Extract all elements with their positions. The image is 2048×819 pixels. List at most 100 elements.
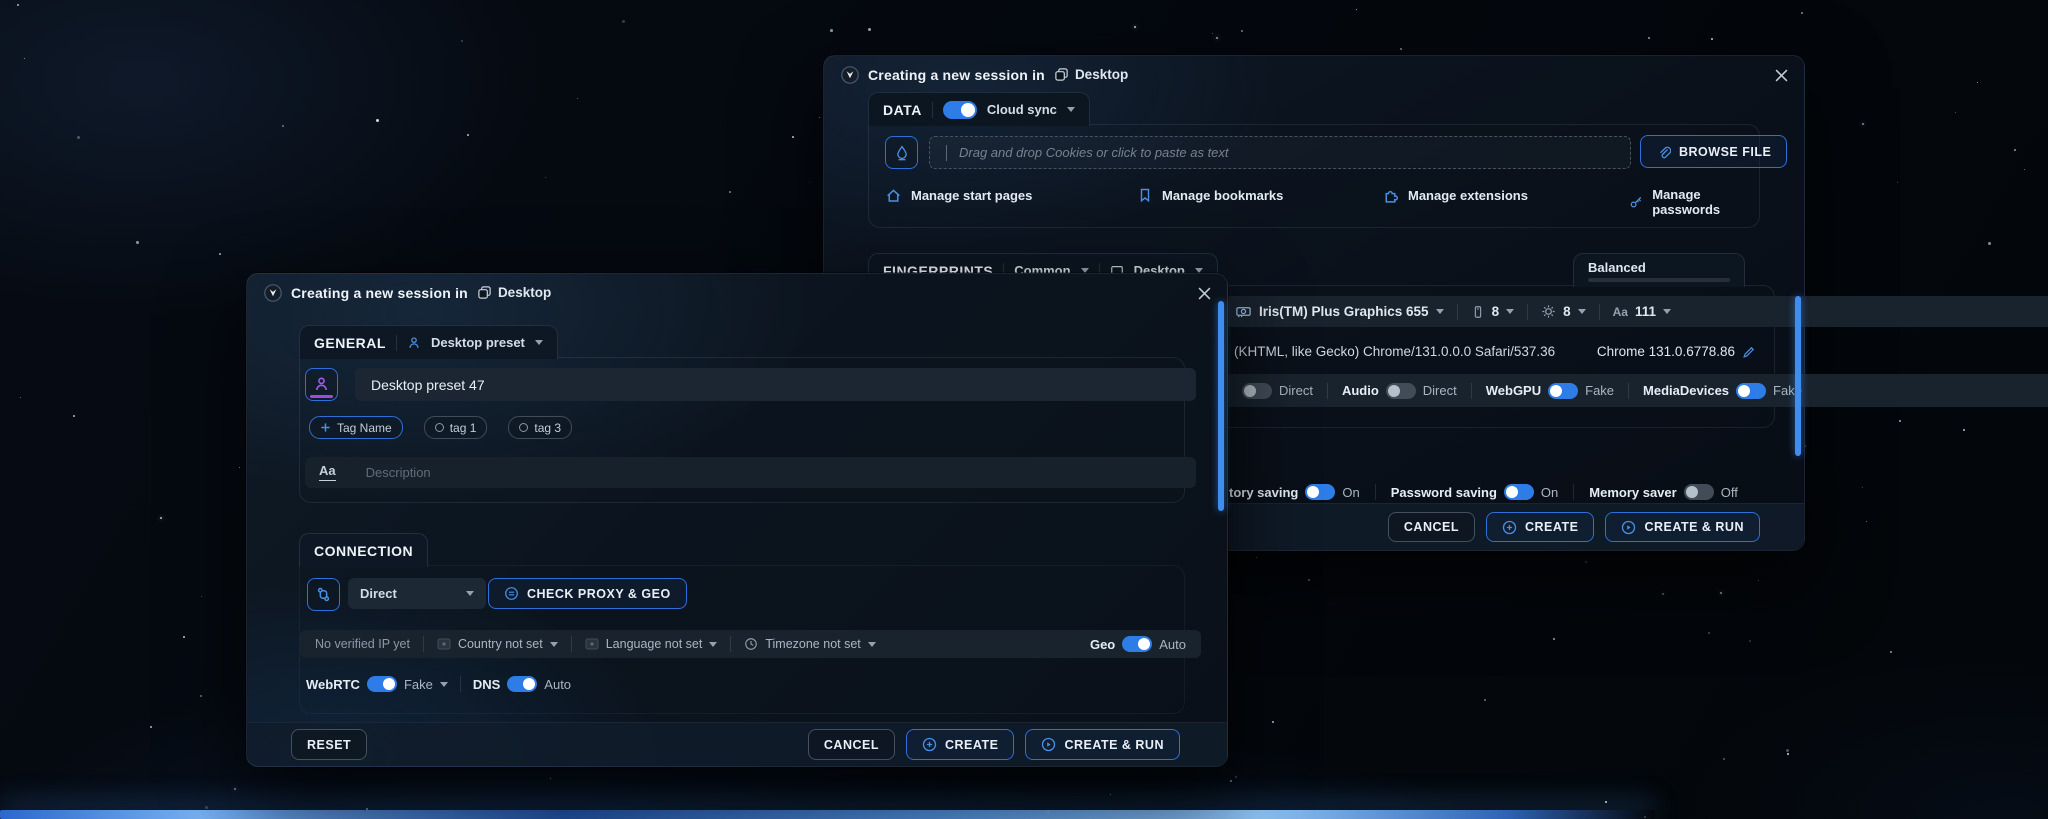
canvas-toggle-group: Direct	[1235, 383, 1313, 399]
close-button[interactable]	[1193, 282, 1215, 304]
proxy-type-button[interactable]	[307, 578, 340, 611]
reset-button[interactable]: RESET	[291, 729, 367, 760]
tab-balanced[interactable]: Balanced	[1573, 253, 1745, 287]
webgpu-toggle[interactable]	[1548, 383, 1578, 399]
separator	[571, 636, 572, 652]
webrtc-value: Fake	[404, 677, 433, 692]
plus-circle-icon	[922, 737, 937, 752]
separator	[396, 335, 397, 351]
profile-avatar[interactable]	[305, 368, 338, 401]
platform-chip: Desktop	[1054, 67, 1128, 82]
tag-dot-icon	[435, 423, 444, 432]
tag-pill[interactable]: tag 3	[508, 416, 572, 439]
scrollbar-thumb[interactable]	[1218, 301, 1224, 511]
chevron-down-icon[interactable]	[1067, 107, 1075, 112]
profile-name-input[interactable]	[369, 376, 1182, 394]
ram-value: 8	[1492, 304, 1500, 319]
audio-toggle[interactable]	[1386, 383, 1416, 399]
desktop-icon	[477, 285, 492, 300]
app-logo-icon	[841, 66, 859, 84]
geo-value: Auto	[1159, 637, 1186, 652]
chevron-down-icon	[1663, 309, 1671, 314]
flag-icon	[437, 638, 451, 650]
description-input[interactable]	[364, 464, 1182, 481]
dialog-header: Creating a new session in Desktop	[247, 274, 1227, 311]
preset-dropdown[interactable]: Desktop preset	[431, 335, 525, 350]
chevron-down-icon	[868, 642, 876, 647]
password-saving-group: Password saving On	[1391, 484, 1559, 500]
toggle-value: Direct	[1279, 383, 1313, 398]
create-label: CREATE	[945, 738, 998, 752]
play-circle-icon	[1041, 737, 1056, 752]
create-and-run-button[interactable]: CREATE & RUN	[1025, 729, 1180, 760]
add-tag-button[interactable]: Tag Name	[309, 416, 403, 439]
create-button[interactable]: CREATE	[906, 729, 1014, 760]
footer-actions: CANCEL CREATE CREATE & RUN	[808, 729, 1180, 760]
session-dialog-front: Creating a new session in Desktop GENERA…	[246, 273, 1228, 767]
chevron-down-icon[interactable]	[440, 682, 448, 687]
manage-bookmarks-link[interactable]: Manage bookmarks	[1137, 187, 1283, 203]
mediadevices-toggle[interactable]	[1736, 383, 1766, 399]
geo-toggle[interactable]	[1122, 636, 1152, 652]
cookies-import-button[interactable]	[885, 136, 918, 169]
cloud-sync-toggle[interactable]	[943, 101, 977, 119]
scrollbar-thumb[interactable]	[1795, 296, 1801, 456]
fonts-dropdown[interactable]: Aa 111	[1613, 304, 1671, 319]
password-saving-toggle[interactable]	[1504, 484, 1534, 500]
description-field[interactable]: Aa	[305, 457, 1196, 488]
manage-extensions-link[interactable]: Manage extensions	[1382, 187, 1528, 204]
saving-label: Password saving	[1391, 485, 1497, 500]
dropzone-placeholder: Drag and drop Cookies or click to paste …	[959, 145, 1229, 160]
manage-start-pages-link[interactable]: Manage start pages	[885, 187, 1032, 204]
audio-toggle-group: Audio Direct	[1342, 383, 1457, 399]
create-and-run-button[interactable]: CREATE & RUN	[1605, 512, 1760, 542]
country-value: Country not set	[458, 637, 543, 651]
separator	[1457, 304, 1458, 320]
tab-connection[interactable]: CONNECTION	[299, 533, 428, 567]
dialog-header: Creating a new session in Desktop	[824, 56, 1804, 93]
tab-general-label: GENERAL	[314, 335, 386, 351]
cookies-dropzone[interactable]: Drag and drop Cookies or click to paste …	[929, 136, 1631, 169]
cancel-button[interactable]: CANCEL	[1388, 512, 1475, 542]
close-button[interactable]	[1770, 64, 1792, 86]
platform-label: Desktop	[498, 285, 551, 300]
webrtc-toggle[interactable]	[367, 676, 397, 692]
memory-saver-toggle[interactable]	[1684, 484, 1714, 500]
gpu-dropdown[interactable]: Iris(TM) Plus Graphics 655	[1235, 303, 1444, 320]
memory-icon	[1471, 305, 1485, 319]
dns-toggle-group: DNS Auto	[473, 676, 571, 692]
edit-pencil-icon[interactable]	[1742, 345, 1756, 359]
chevron-down-icon	[1506, 309, 1514, 314]
tab-balanced-label: Balanced	[1588, 260, 1646, 275]
cpu-dropdown[interactable]: 8	[1541, 304, 1586, 319]
saving-value: On	[1342, 485, 1359, 500]
plus-icon	[320, 422, 331, 433]
tag-pill[interactable]: tag 1	[424, 416, 488, 439]
mediadevices-toggle-group: MediaDevices Fake	[1643, 383, 1802, 399]
separator	[1628, 383, 1629, 399]
proxy-route-icon	[315, 586, 332, 603]
proxy-type-value: Direct	[360, 586, 397, 601]
create-button[interactable]: CREATE	[1486, 512, 1594, 542]
ram-dropdown[interactable]: 8	[1471, 304, 1515, 319]
profile-name-field[interactable]	[355, 368, 1196, 401]
history-saving-toggle[interactable]	[1305, 484, 1335, 500]
proxy-type-dropdown[interactable]: Direct	[348, 578, 486, 609]
check-proxy-geo-button[interactable]: CHECK PROXY & GEO	[488, 578, 687, 609]
cloud-sync-label: Cloud sync	[987, 102, 1057, 117]
country-dropdown[interactable]: Country not set	[437, 637, 558, 651]
browse-file-button[interactable]: BROWSE FILE	[1640, 135, 1787, 168]
add-tag-label: Tag Name	[337, 421, 392, 435]
language-dropdown[interactable]: Language not set	[585, 637, 718, 651]
cancel-button[interactable]: CANCEL	[808, 729, 895, 760]
history-saving-group: tory saving On	[1229, 484, 1360, 500]
timezone-dropdown[interactable]: Timezone not set	[744, 637, 875, 651]
manage-passwords-link[interactable]: Manage passwords	[1629, 187, 1759, 217]
tab-general[interactable]: GENERAL Desktop preset	[299, 325, 558, 359]
manage-link-label: Manage bookmarks	[1162, 188, 1283, 203]
tab-data[interactable]: DATA Cloud sync	[868, 92, 1090, 126]
avatar-accent-bar	[310, 395, 333, 399]
dns-toggle[interactable]	[507, 676, 537, 692]
canvas-toggle[interactable]	[1242, 383, 1272, 399]
geo-label: Geo	[1090, 637, 1115, 652]
